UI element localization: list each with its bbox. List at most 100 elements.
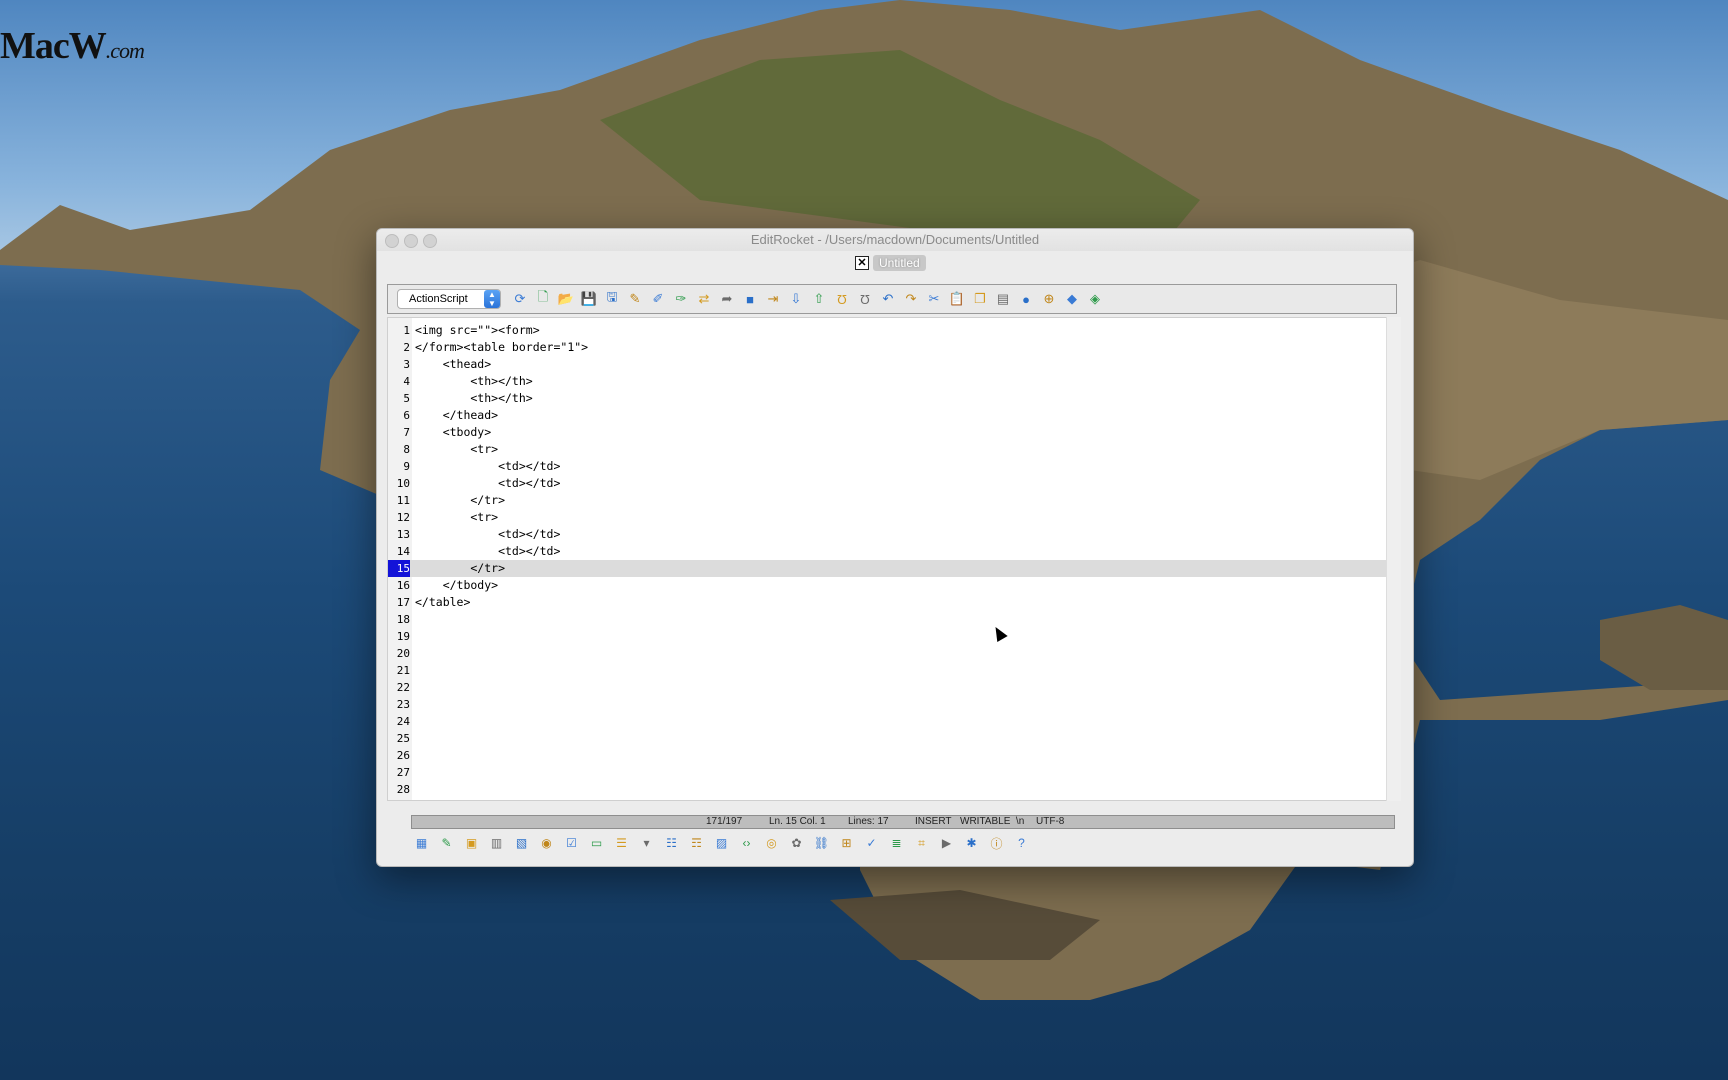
layout-icon[interactable]: ▧ [513,835,530,852]
goto-icon[interactable]: ➦ [718,290,736,308]
color-icon[interactable]: ✿ [788,835,805,852]
radio-icon[interactable]: ◉ [538,835,555,852]
link-icon[interactable]: ⛓ [813,835,830,852]
line-number: 19 [396,630,410,643]
status-line-col: Ln. 15 Col. 1 [769,816,826,827]
replace-icon[interactable]: ⇄ [695,290,713,308]
code-line[interactable]: 21 [388,662,1386,679]
code-line[interactable]: 14 <td></td> [388,543,1386,560]
window-icon[interactable]: ▤ [994,290,1012,308]
code-line[interactable]: 7 <tbody> [388,424,1386,441]
line-number: 17 [396,596,410,609]
frame-icon[interactable]: ▥ [488,835,505,852]
status-encoding: UTF-8 [1036,816,1065,827]
code-tag-icon[interactable]: ‹› [738,835,755,852]
wand-3-icon[interactable]: ✑ [672,290,690,308]
code-line[interactable]: 18 [388,611,1386,628]
code-text: <td></td> [415,527,561,541]
code-text: </tbody> [415,578,499,592]
code-line[interactable]: 3 <thead> [388,356,1386,373]
copy-icon[interactable]: ❐ [971,290,989,308]
validate-icon[interactable]: ✓ [863,835,880,852]
title-bar[interactable]: EditRocket - /Users/macdown/Documents/Un… [377,229,1413,251]
code-line[interactable]: 11 </tr> [388,492,1386,509]
move-up-icon[interactable]: ⇧ [810,290,828,308]
code-line[interactable]: 1 <img src=""><form> [388,322,1386,339]
code-line[interactable]: 17 </table> [388,594,1386,611]
plugin-icon[interactable]: ◆ [1063,290,1081,308]
code-line[interactable]: 16 </tbody> [388,577,1386,594]
textarea-icon[interactable]: ☰ [613,835,630,852]
code-line[interactable]: 6 </thead> [388,407,1386,424]
move-down-icon[interactable]: ⇩ [787,290,805,308]
code-line[interactable]: 22 [388,679,1386,696]
table-icon[interactable]: ▦ [413,835,430,852]
document-tab[interactable]: ✕ Untitled [855,254,926,272]
plugin-2-icon[interactable]: ◈ [1086,290,1104,308]
new-file-icon[interactable]: 🗋 [534,289,552,308]
binary-icon[interactable]: ⌗ [913,835,930,852]
insert-line-icon[interactable]: ⇥ [764,290,782,308]
list-icon[interactable]: ☷ [663,835,680,852]
open-folder-icon[interactable]: 📂 [557,290,575,308]
code-line[interactable]: 27 [388,764,1386,781]
code-line[interactable]: 4 <th></th> [388,373,1386,390]
paste-icon[interactable]: 📋 [948,290,966,308]
code-line[interactable]: 15 </tr> [388,560,1386,577]
language-select[interactable]: ActionScript ▲ ▼ [397,289,501,309]
pencil-icon[interactable]: ✎ [438,835,455,852]
status-bar: 171/197 Ln. 15 Col. 1 Lines: 17 INSERT W… [411,815,1395,829]
vertical-scrollbar[interactable] [1386,317,1401,801]
code-line[interactable]: 23 [388,696,1386,713]
code-line[interactable]: 19 [388,628,1386,645]
help-icon[interactable]: ? [1013,835,1030,852]
run-icon[interactable]: ▶ [938,835,955,852]
eye-icon[interactable]: ◎ [763,835,780,852]
globe-icon[interactable]: ● [1017,290,1035,308]
ordered-list-icon[interactable]: ☶ [688,835,705,852]
wand-icon[interactable]: ✎ [626,290,644,308]
select-icon[interactable]: ▾ [638,835,655,852]
line-number: 11 [396,494,410,507]
save-all-icon[interactable]: 🖫 [603,289,621,308]
redo-icon[interactable]: ↷ [902,290,920,308]
debug-icon[interactable]: ✱ [963,835,980,852]
close-tab-icon[interactable]: ✕ [855,256,869,270]
tree-icon[interactable]: ⊞ [838,835,855,852]
line-number: 27 [396,766,410,779]
save-icon[interactable]: 💾 [580,290,598,308]
code-line[interactable]: 9 <td></td> [388,458,1386,475]
bracket-2-icon[interactable]: Ʊ [856,290,874,308]
code-text: </tr> [415,561,506,575]
code-line[interactable]: 2 </form><table border="1"> [388,339,1386,356]
bracket-icon[interactable]: Ʊ [833,290,851,308]
undo-icon[interactable]: ↶ [879,290,897,308]
code-line[interactable]: 13 <td></td> [388,526,1386,543]
code-line[interactable]: 24 [388,713,1386,730]
code-line[interactable]: 20 [388,645,1386,662]
code-editor[interactable]: 1 <img src=""><form> 2 </form><table border… [387,317,1387,801]
form-icon[interactable]: ▨ [713,835,730,852]
info-icon[interactable]: ⓘ [988,835,1005,852]
add-icon[interactable]: ⊕ [1040,290,1058,308]
language-value: ActionScript [409,293,468,305]
wand-2-icon[interactable]: ✐ [649,290,667,308]
code-line[interactable]: 25 [388,730,1386,747]
line-number: 10 [396,477,410,490]
outline-icon[interactable]: ≣ [888,835,905,852]
code-line[interactable]: 28 [388,781,1386,798]
code-line[interactable]: 8 <tr> [388,441,1386,458]
status-position: 171/197 [706,816,743,827]
line-number: 3 [403,358,410,371]
block-icon[interactable]: ■ [741,290,759,308]
code-line[interactable]: 10 <td></td> [388,475,1386,492]
cut-icon[interactable]: ✂ [925,290,943,308]
line-number: 5 [403,392,410,405]
button-ok-icon[interactable]: ▭ [588,835,605,852]
code-line[interactable]: 12 <tr> [388,509,1386,526]
refresh-icon[interactable]: ⟳ [511,290,529,308]
code-line[interactable]: 26 [388,747,1386,764]
checkbox-icon[interactable]: ☑ [563,835,580,852]
image-icon[interactable]: ▣ [463,835,480,852]
code-line[interactable]: 5 <th></th> [388,390,1386,407]
